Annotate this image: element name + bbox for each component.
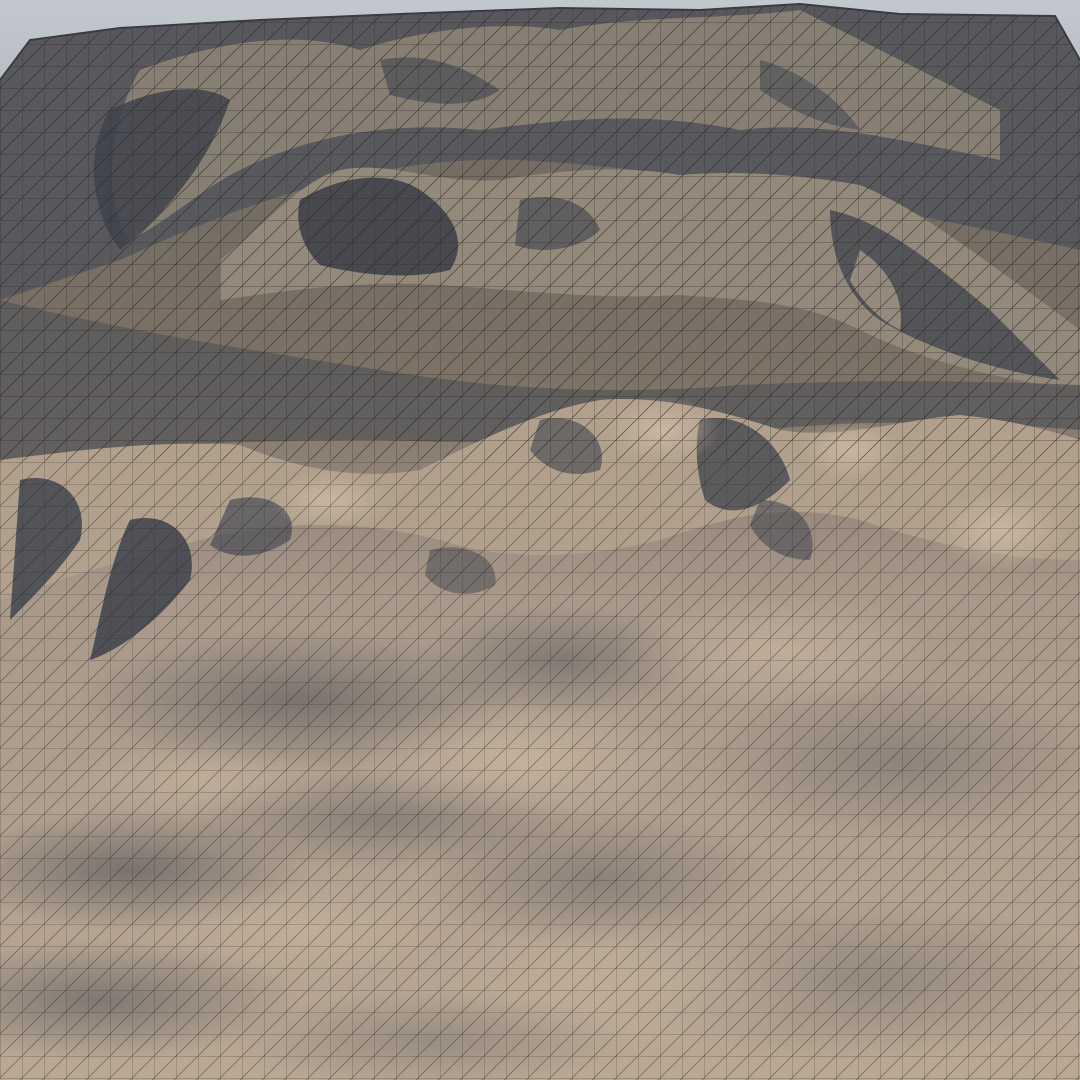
render-viewport	[0, 0, 1080, 1080]
terrain-mesh	[0, 2, 1080, 1080]
terrain-surface	[0, 4, 1080, 1080]
